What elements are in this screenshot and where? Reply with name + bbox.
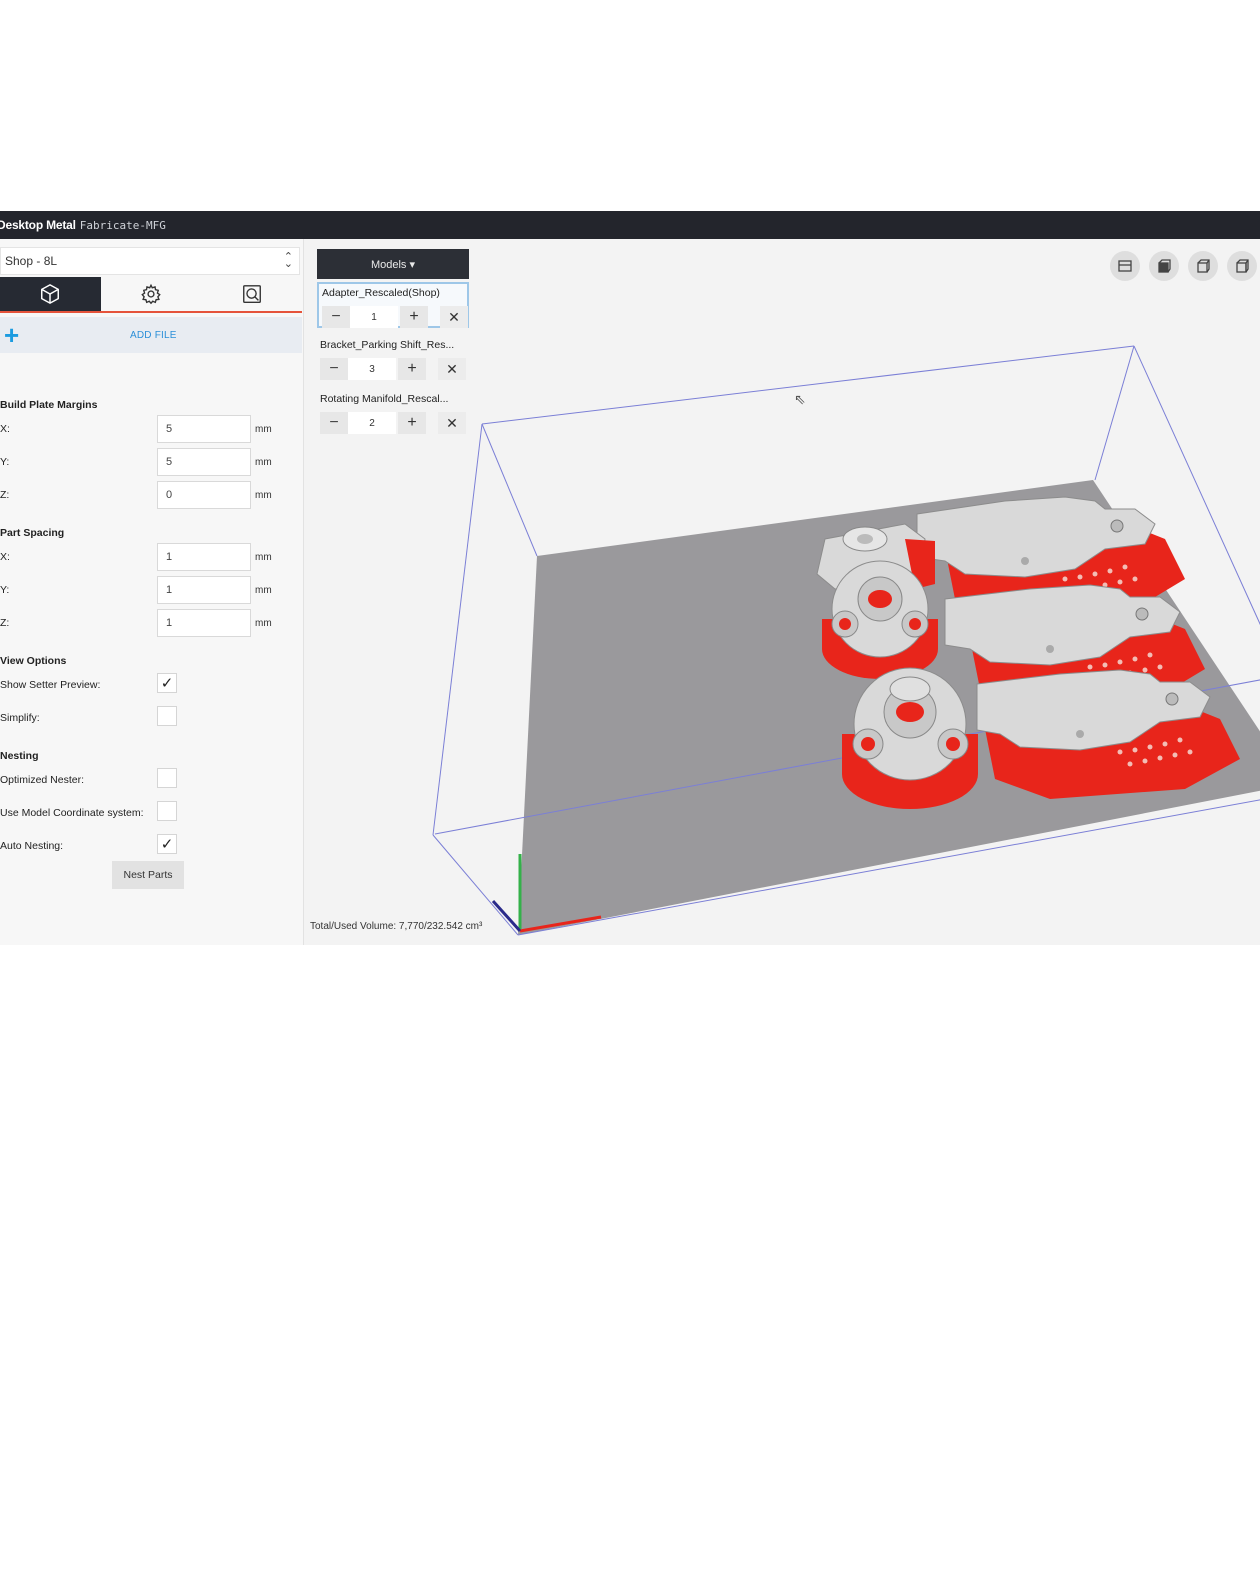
model-item[interactable]: Bracket_Parking Shift_Res... − 3 + ✕ — [317, 336, 469, 382]
margin-x-unit: mm — [255, 424, 272, 435]
quantity-field[interactable]: 1 — [350, 306, 398, 328]
increase-quantity-button[interactable]: + — [398, 412, 426, 434]
spacing-y-input[interactable]: 1 — [157, 576, 251, 604]
margin-z-unit: mm — [255, 490, 272, 501]
remove-model-button[interactable]: ✕ — [438, 412, 466, 434]
3d-viewport[interactable]: Models ▾ Adapter_Rescaled(Shop) − 1 + ✕ … — [305, 239, 1260, 945]
model-name: Adapter_Rescaled(Shop) — [322, 287, 440, 299]
spacing-x-input[interactable]: 1 — [157, 543, 251, 571]
margin-x-input[interactable]: 5 — [157, 415, 251, 443]
volume-readout: Total/Used Volume: 7,770/232.542 cm³ — [310, 921, 483, 932]
model-name: Bracket_Parking Shift_Res... — [320, 339, 455, 351]
bracket-part-3 — [976, 669, 1240, 799]
sidebar-tabs — [0, 277, 302, 313]
margin-y-input[interactable]: 5 — [157, 448, 251, 476]
margin-x-label: X: — [0, 423, 10, 435]
side-view-button[interactable] — [1188, 251, 1218, 281]
simplify-checkbox[interactable] — [157, 706, 177, 726]
front-view-button[interactable] — [1149, 251, 1179, 281]
spacing-x-unit: mm — [255, 552, 272, 563]
up-down-chevron-icon: ⌃ ⌄ — [283, 251, 293, 270]
plus-icon: + — [4, 320, 20, 350]
margin-y-label: Y: — [0, 456, 10, 468]
printer-select-value: Shop - 8L — [5, 254, 58, 268]
side-view-icon — [1197, 259, 1210, 273]
iso-view-button[interactable] — [1227, 251, 1257, 281]
use-model-coordinate-checkbox[interactable] — [157, 801, 177, 821]
model-name: Rotating Manifold_Rescal... — [320, 393, 449, 405]
optimized-nester-label: Optimized Nester: — [0, 774, 85, 786]
nest-parts-button[interactable]: Nest Parts — [112, 861, 184, 889]
increase-quantity-button[interactable]: + — [400, 306, 428, 328]
build-plate-margins-title: Build Plate Margins — [0, 399, 98, 411]
nesting-title: Nesting — [0, 750, 39, 762]
spacing-y-unit: mm — [255, 585, 272, 596]
spacing-z-input[interactable]: 1 — [157, 609, 251, 637]
top-view-button[interactable] — [1110, 251, 1140, 281]
simplify-label: Simplify: — [0, 712, 40, 724]
axis-y — [491, 899, 522, 933]
show-setter-preview-label: Show Setter Preview: — [0, 679, 101, 691]
spacing-y-label: Y: — [0, 584, 10, 596]
increase-quantity-button[interactable]: + — [398, 358, 426, 380]
model-item[interactable]: Adapter_Rescaled(Shop) − 1 + ✕ — [317, 282, 469, 328]
view-options-title: View Options — [0, 655, 67, 667]
front-view-icon — [1158, 259, 1171, 273]
use-model-coordinate-label: Use Model Coordinate system: — [0, 807, 144, 819]
decrease-quantity-button[interactable]: − — [320, 358, 348, 380]
add-file-bar[interactable]: + ADD FILE — [0, 317, 302, 353]
tab-settings[interactable] — [101, 277, 202, 311]
models-dropdown-button[interactable]: Models ▾ — [317, 249, 469, 279]
quantity-field[interactable]: 2 — [348, 412, 396, 434]
margin-z-input[interactable]: 0 — [157, 481, 251, 509]
iso-view-icon — [1236, 259, 1249, 273]
top-view-icon — [1118, 260, 1132, 272]
brand-name: Desktop Metal — [0, 218, 76, 232]
decrease-quantity-button[interactable]: − — [320, 412, 348, 434]
spacing-z-label: Z: — [0, 617, 10, 629]
tab-inspect[interactable] — [201, 277, 302, 311]
quantity-field[interactable]: 3 — [348, 358, 396, 380]
margin-y-unit: mm — [255, 457, 272, 468]
sidebar: Shop - 8L ⌃ ⌄ + ADD FILE Build Plate Mar… — [0, 239, 304, 945]
auto-nesting-checkbox[interactable]: ✓ — [157, 834, 177, 854]
product-name: Fabricate-MFG — [79, 218, 166, 232]
remove-model-button[interactable]: ✕ — [438, 358, 466, 380]
remove-model-button[interactable]: ✕ — [440, 306, 468, 328]
title-bar: Desktop Metal Fabricate-MFG — [0, 211, 1260, 239]
mouse-cursor-icon: ⇖ — [794, 391, 806, 407]
inspect-icon — [242, 285, 261, 303]
gear-icon — [141, 283, 161, 305]
decrease-quantity-button[interactable]: − — [322, 306, 350, 328]
add-file-label: ADD FILE — [130, 329, 177, 341]
tab-models[interactable] — [0, 277, 101, 311]
part-spacing-title: Part Spacing — [0, 527, 65, 539]
app-window: Desktop Metal Fabricate-MFG Shop - 8L ⌃ ⌄ — [0, 211, 1260, 945]
model-item[interactable]: Rotating Manifold_Rescal... − 2 + ✕ — [317, 390, 469, 436]
printer-select[interactable]: Shop - 8L ⌃ ⌄ — [0, 247, 300, 275]
spacing-x-label: X: — [0, 551, 10, 563]
spacing-z-unit: mm — [255, 618, 272, 629]
cube-icon — [41, 284, 60, 304]
optimized-nester-checkbox[interactable] — [157, 768, 177, 788]
margin-z-label: Z: — [0, 489, 10, 501]
auto-nesting-label: Auto Nesting: — [0, 840, 64, 852]
show-setter-preview-checkbox[interactable]: ✓ — [157, 673, 177, 693]
